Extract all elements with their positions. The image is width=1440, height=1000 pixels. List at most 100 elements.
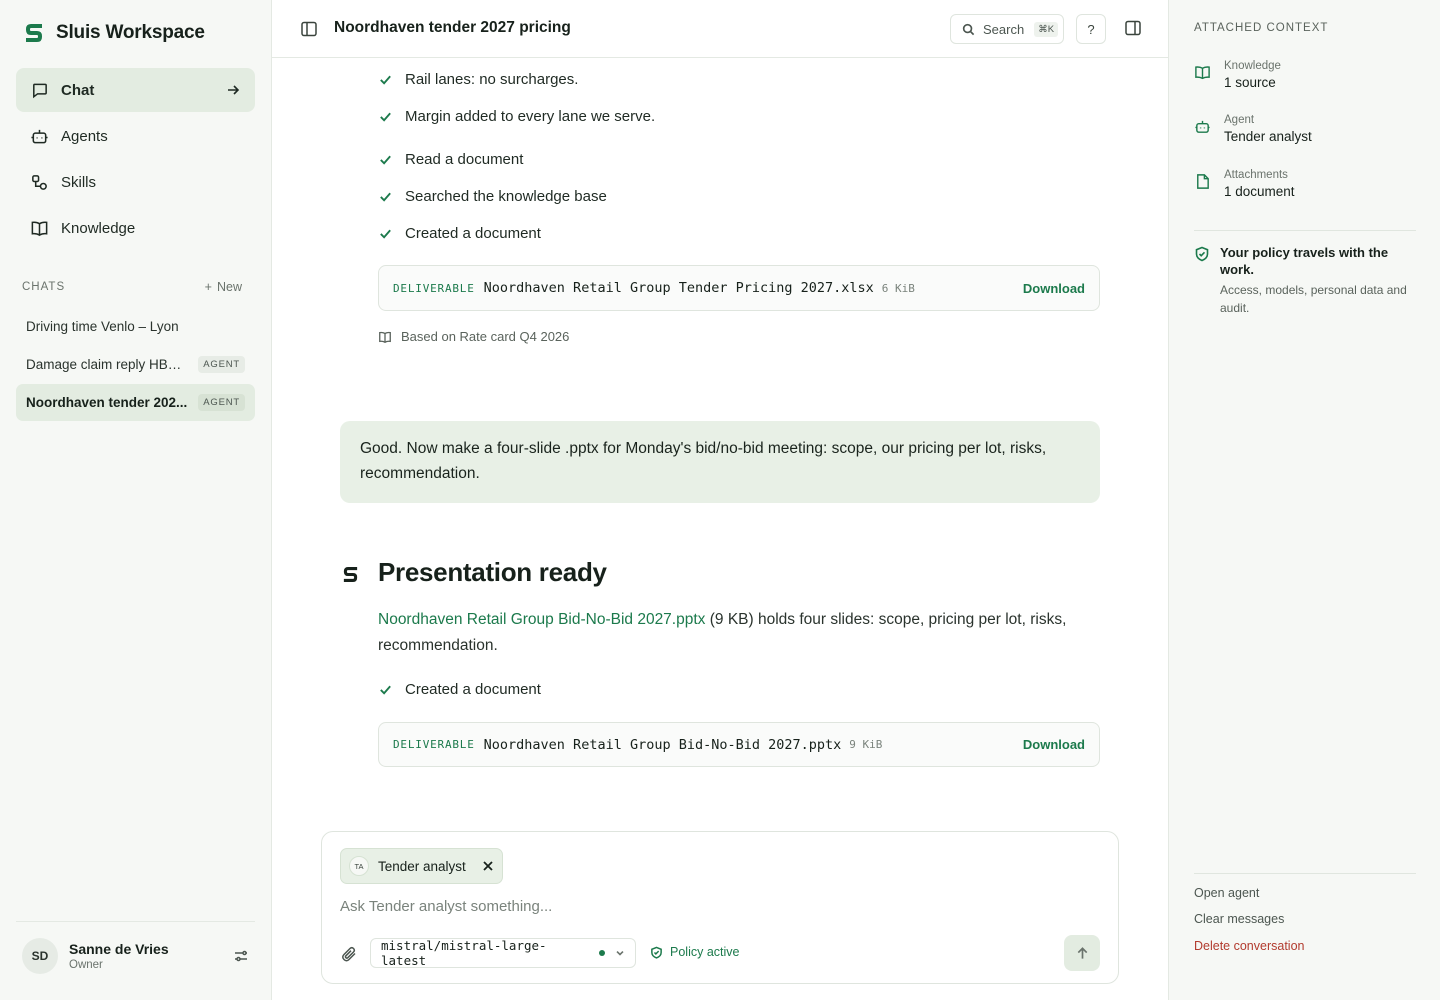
response-title: Presentation ready (378, 557, 607, 587)
chat-item[interactable]: Damage claim reply HBL-... AGENT (16, 346, 255, 383)
context-item-key: Knowledge (1224, 60, 1281, 72)
chat-item-active[interactable]: Noordhaven tender 202... AGENT (16, 384, 255, 421)
search-button[interactable]: Search ⌘K (950, 14, 1064, 44)
chat-item-label: Noordhaven tender 202... (26, 395, 188, 410)
top-bar: Noordhaven tender 2027 pricing Search ⌘K… (272, 0, 1168, 58)
source-note-label: Based on Rate card Q4 2026 (401, 329, 570, 344)
search-icon (962, 23, 975, 35)
chat-item-label: Damage claim reply HBL-... (26, 357, 189, 372)
deliverable-filename[interactable]: Noordhaven Retail Group Bid-No-Bid 2027.… (484, 737, 842, 753)
model-select[interactable]: mistral/mistral-large-latest (370, 938, 636, 968)
check-item: Created a document (378, 225, 541, 242)
sidebar-toggle-icon[interactable] (300, 20, 318, 38)
nav-item-label: Knowledge (61, 219, 136, 237)
check-item-label: Searched the knowledge base (405, 188, 607, 205)
check-icon (380, 229, 391, 239)
delete-conversation-link[interactable]: Delete conversation (1194, 939, 1304, 953)
context-item-key: Attachments (1224, 169, 1288, 181)
chat-list: Driving time Venlo – Lyon Damage claim r… (16, 308, 255, 422)
policy-notice-body: Your policy travels with the work. Acces… (1220, 244, 1416, 317)
help-button[interactable]: ? (1076, 14, 1106, 44)
shield-check-icon (1195, 246, 1209, 262)
nav-item-agents[interactable]: Agents (16, 114, 255, 158)
context-panel: ATTACHED CONTEXT Knowledge 1 source Agen… (1168, 0, 1440, 1000)
shield-check-icon (651, 946, 662, 959)
chats-title: CHATS (22, 281, 66, 293)
policy-notice-text: Access, models, personal data and audit. (1220, 283, 1407, 315)
check-item: Margin added to every lane we serve. (378, 108, 655, 125)
context-item-agent[interactable]: Agent Tender analyst (1194, 114, 1312, 144)
context-panel-toggle-icon[interactable] (1124, 19, 1142, 37)
check-item-label: Created a document (405, 225, 541, 242)
arrow-right-icon (228, 85, 240, 95)
context-item-key: Agent (1224, 114, 1255, 126)
context-item-body: Attachments 1 document (1224, 169, 1295, 199)
new-chat-button[interactable]: + New (205, 280, 242, 294)
brand-name: Sluis Workspace (56, 22, 205, 43)
robot-icon (31, 129, 48, 143)
book-icon (1195, 66, 1210, 80)
user-message: Good. Now make a four-slide .pptx for Mo… (340, 421, 1100, 503)
model-select-value: mistral/mistral-large-latest (381, 938, 547, 968)
policy-status[interactable]: Policy active (650, 945, 739, 959)
document-icon (1197, 174, 1209, 189)
arrow-up-icon (1077, 946, 1087, 959)
clear-messages-link[interactable]: Clear messages (1194, 912, 1284, 926)
check-item-label: Read a document (405, 151, 524, 168)
nav-item-label: Skills (61, 173, 97, 191)
policy-notice: Your policy travels with the work. Acces… (1194, 244, 1416, 317)
deliverable-tag: DELIVERABLE (393, 738, 475, 751)
download-button[interactable]: Download (1023, 737, 1085, 752)
divider (1194, 873, 1416, 874)
check-item: Rail lanes: no surcharges. (378, 71, 578, 88)
check-item-label: Created a document (405, 681, 541, 698)
page-title: Noordhaven tender 2027 pricing (334, 19, 571, 36)
nav-item-skills[interactable]: Skills (16, 160, 255, 204)
book-icon (379, 331, 391, 343)
check-item: Created a document (378, 681, 541, 698)
robot-icon (1195, 120, 1210, 133)
check-icon (380, 75, 391, 85)
new-chat-label: New (216, 280, 242, 294)
deliverable-tag: DELIVERABLE (393, 281, 475, 295)
context-item-attachments[interactable]: Attachments 1 document (1194, 169, 1295, 199)
context-item-body: Knowledge 1 source (1224, 60, 1281, 90)
check-icon (380, 155, 391, 165)
response-text: Noordhaven Retail Group Bid-No-Bid 2027.… (378, 607, 1068, 659)
agent-badge: AGENT (198, 356, 245, 373)
chat-item[interactable]: Driving time Venlo – Lyon (16, 308, 255, 345)
context-item-value: 1 document (1224, 184, 1295, 199)
message-composer: TA Tender analyst mistral/mistral-large-… (321, 831, 1119, 984)
check-icon (380, 192, 391, 202)
assistant-logo-icon (343, 567, 358, 582)
chat-item-label: Driving time Venlo – Lyon (26, 319, 179, 334)
context-item-value: Tender analyst (1224, 129, 1312, 144)
check-item: Read a document (378, 151, 523, 168)
context-item-value: 1 source (1224, 75, 1276, 90)
user-profile[interactable]: SD Sanne de Vries Owner (16, 921, 255, 974)
close-icon[interactable] (482, 860, 494, 872)
nav-item-knowledge[interactable]: Knowledge (16, 206, 255, 250)
plus-icon: + (204, 280, 212, 294)
book-icon (31, 220, 48, 236)
source-note[interactable]: Based on Rate card Q4 2026 (378, 329, 569, 344)
brand[interactable]: Sluis Workspace (24, 22, 205, 44)
deliverable-filename[interactable]: Noordhaven Retail Group Tender Pricing 2… (484, 280, 874, 296)
avatar: SD (22, 938, 58, 974)
search-label: Search (983, 21, 1025, 37)
check-item-label: Margin added to every lane we serve. (405, 108, 656, 125)
nav-item-chat[interactable]: Chat (16, 68, 255, 112)
deliverable-size: 6 KiB (881, 281, 915, 295)
download-button[interactable]: Download (1023, 281, 1085, 296)
policy-notice-title: Your policy travels with the work. (1220, 245, 1389, 277)
agent-chip[interactable]: TA Tender analyst (340, 848, 503, 884)
context-item-knowledge[interactable]: Knowledge 1 source (1194, 60, 1281, 90)
deliverable-size: 9 KiB (849, 738, 883, 751)
send-button[interactable] (1064, 935, 1100, 971)
open-agent-link[interactable]: Open agent (1194, 886, 1259, 900)
policy-status-label: Policy active (670, 945, 740, 959)
file-link[interactable]: Noordhaven Retail Group Bid-No-Bid 2027.… (378, 611, 705, 628)
message-input[interactable] (340, 898, 1100, 915)
settings-sliders-icon[interactable] (233, 948, 249, 964)
paperclip-icon[interactable] (340, 945, 358, 963)
